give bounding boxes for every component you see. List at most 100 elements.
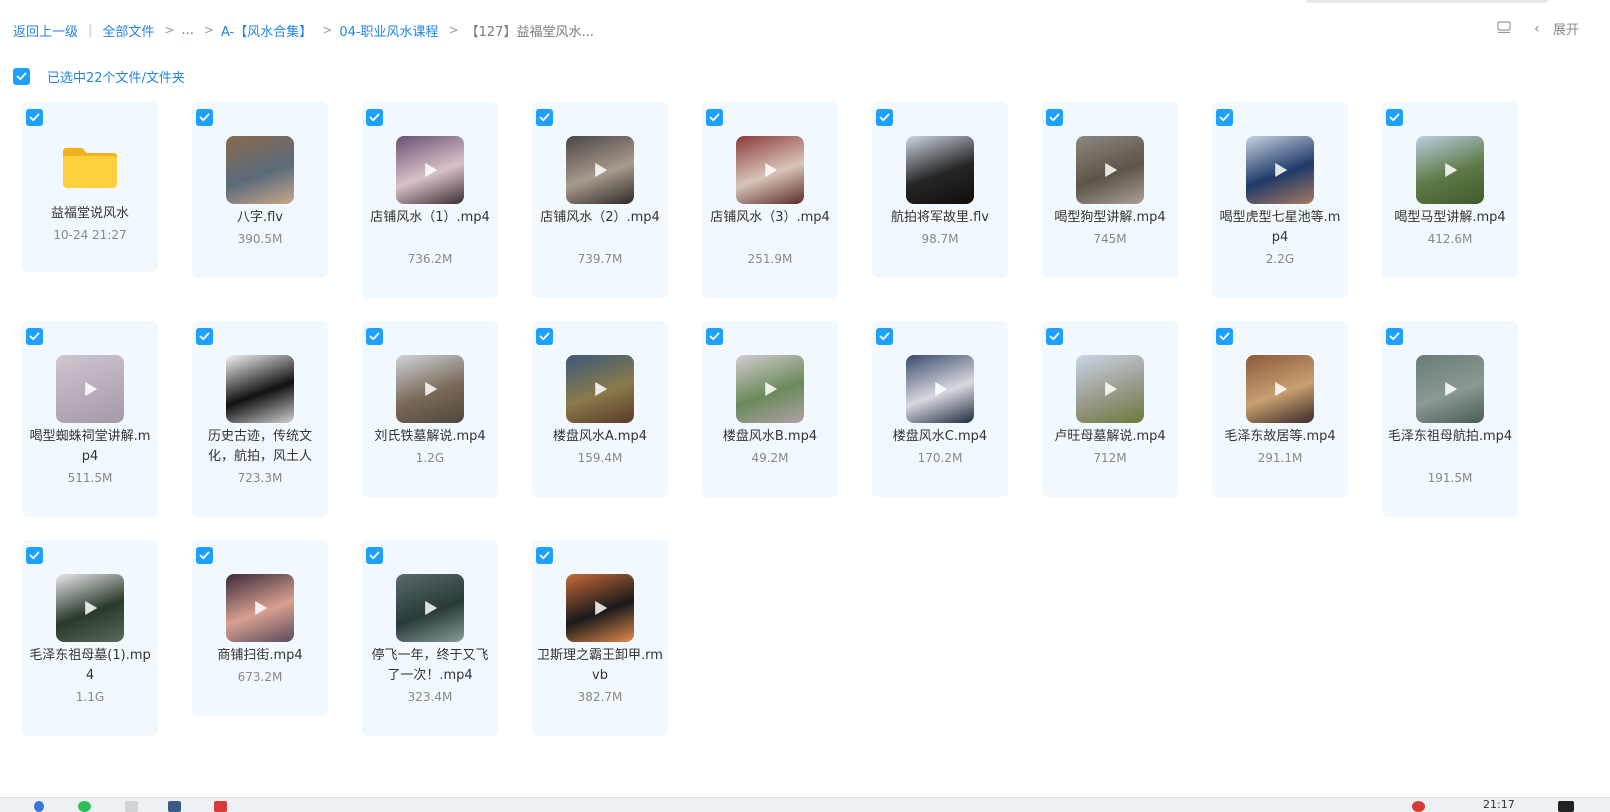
file-name[interactable]: 店铺风水（2）.mp4 bbox=[536, 208, 664, 228]
file-card[interactable]: 楼盘风水A.mp4 159.4M bbox=[532, 321, 668, 497]
file-name[interactable]: 历史古迹，传统文化，航拍，风土人 bbox=[196, 427, 324, 467]
expand-button[interactable]: 展开 bbox=[1553, 19, 1579, 38]
file-checkbox[interactable] bbox=[1216, 328, 1233, 345]
check-icon bbox=[29, 113, 40, 122]
file-checkbox[interactable] bbox=[196, 547, 213, 564]
file-checkbox[interactable] bbox=[1046, 328, 1063, 345]
check-icon bbox=[369, 113, 380, 122]
file-card[interactable]: 喝型马型讲解.mp4 412.6M bbox=[1382, 102, 1518, 278]
file-checkbox[interactable] bbox=[706, 109, 723, 126]
file-card[interactable]: 航拍将军故里.flv 98.7M bbox=[872, 102, 1008, 278]
breadcrumb-ellipsis[interactable]: ... bbox=[181, 23, 193, 38]
file-card[interactable]: 楼盘风水B.mp4 49.2M bbox=[702, 321, 838, 497]
play-icon bbox=[255, 601, 268, 615]
file-checkbox[interactable] bbox=[366, 109, 383, 126]
file-checkbox[interactable] bbox=[536, 328, 553, 345]
file-checkbox[interactable] bbox=[366, 328, 383, 345]
play-icon bbox=[935, 382, 948, 396]
file-card[interactable]: 卫斯理之霸王卸甲.rmvb 382.7M bbox=[532, 540, 668, 736]
play-icon bbox=[425, 601, 438, 615]
file-card[interactable]: 历史古迹，传统文化，航拍，风土人 723.3M bbox=[192, 321, 328, 517]
check-icon bbox=[1049, 113, 1060, 122]
file-checkbox[interactable] bbox=[1046, 109, 1063, 126]
file-card[interactable]: 毛泽东祖母墓(1).mp4 1.1G bbox=[22, 540, 158, 736]
breadcrumb-all-files[interactable]: 全部文件 bbox=[102, 21, 154, 40]
tray-icon[interactable] bbox=[1412, 801, 1425, 812]
back-link[interactable]: 返回上一级 bbox=[13, 21, 78, 40]
file-checkbox[interactable] bbox=[536, 109, 553, 126]
file-checkbox[interactable] bbox=[1216, 109, 1233, 126]
file-card[interactable]: 喝型狗型讲解.mp4 745M bbox=[1042, 102, 1178, 278]
file-checkbox[interactable] bbox=[876, 328, 893, 345]
file-size: 745M bbox=[1093, 232, 1127, 246]
file-checkbox[interactable] bbox=[1386, 109, 1403, 126]
file-card[interactable]: 八字.flv 390.5M bbox=[192, 102, 328, 278]
select-all-checkbox[interactable] bbox=[13, 67, 30, 85]
notification-icon[interactable] bbox=[1558, 801, 1574, 812]
file-checkbox[interactable] bbox=[26, 547, 43, 564]
file-card[interactable]: 卢旺母墓解说.mp4 712M bbox=[1042, 321, 1178, 497]
file-card[interactable]: 店铺风水（1）.mp4 736.2M bbox=[362, 102, 498, 298]
file-checkbox[interactable] bbox=[1386, 328, 1403, 345]
file-name[interactable]: 楼盘风水A.mp4 bbox=[536, 427, 664, 447]
file-name[interactable]: 刘氏铁墓解说.mp4 bbox=[366, 427, 494, 447]
file-name[interactable]: 八字.flv bbox=[196, 208, 324, 228]
file-name[interactable]: 毛泽东祖母墓(1).mp4 bbox=[26, 646, 154, 686]
list-view-icon[interactable] bbox=[1497, 21, 1511, 35]
file-checkbox[interactable] bbox=[196, 328, 213, 345]
file-name[interactable]: 停飞一年，终于又飞了一次！.mp4 bbox=[366, 646, 494, 686]
file-name[interactable]: 毛泽东故居等.mp4 bbox=[1216, 427, 1344, 447]
file-card[interactable]: 店铺风水（3）.mp4 251.9M bbox=[702, 102, 838, 298]
file-name[interactable]: 楼盘风水B.mp4 bbox=[706, 427, 834, 447]
file-checkbox[interactable] bbox=[196, 109, 213, 126]
file-checkbox[interactable] bbox=[26, 109, 43, 126]
file-name[interactable]: 楼盘风水C.mp4 bbox=[876, 427, 1004, 447]
file-name[interactable]: 毛泽东祖母航拍.mp4 bbox=[1386, 427, 1514, 447]
file-name[interactable]: 航拍将军故里.flv bbox=[876, 208, 1004, 228]
check-icon bbox=[709, 113, 720, 122]
file-checkbox[interactable] bbox=[536, 547, 553, 564]
taskbar-app-icon[interactable] bbox=[34, 801, 44, 812]
check-icon bbox=[709, 332, 720, 341]
file-checkbox[interactable] bbox=[26, 328, 43, 345]
file-name[interactable]: 喝型狗型讲解.mp4 bbox=[1046, 208, 1174, 228]
file-checkbox[interactable] bbox=[366, 547, 383, 564]
file-card[interactable]: 停飞一年，终于又飞了一次！.mp4 323.4M bbox=[362, 540, 498, 736]
file-name[interactable]: 喝型虎型七星池等.mp4 bbox=[1216, 208, 1344, 248]
file-card[interactable]: 毛泽东祖母航拍.mp4 191.5M bbox=[1382, 321, 1518, 517]
taskbar-app-icon[interactable] bbox=[214, 801, 227, 812]
taskbar-app-icon[interactable] bbox=[78, 801, 91, 812]
search-box-edge[interactable] bbox=[1306, 0, 1548, 3]
file-card[interactable]: 喝型虎型七星池等.mp4 2.2G bbox=[1212, 102, 1348, 298]
file-name[interactable]: 商铺扫街.mp4 bbox=[196, 646, 324, 666]
file-card[interactable]: 刘氏铁墓解说.mp4 1.2G bbox=[362, 321, 498, 497]
file-size: 412.6M bbox=[1427, 232, 1473, 246]
file-name[interactable]: 喝型蜘蛛祠堂讲解.mp4 bbox=[26, 427, 154, 467]
file-name[interactable]: 店铺风水（3）.mp4 bbox=[706, 208, 834, 228]
file-size: 673.2M bbox=[237, 670, 283, 684]
file-checkbox[interactable] bbox=[876, 109, 893, 126]
breadcrumb-fengshui-collection[interactable]: A-【风水合集】 bbox=[221, 21, 312, 40]
file-card[interactable]: 商铺扫街.mp4 673.2M bbox=[192, 540, 328, 716]
taskbar-app-icon[interactable] bbox=[168, 801, 181, 812]
file-card[interactable]: 喝型蜘蛛祠堂讲解.mp4 511.5M bbox=[22, 321, 158, 517]
breadcrumb-course-folder[interactable]: 04-职业风水课程 bbox=[339, 21, 438, 40]
breadcrumb-divider: | bbox=[88, 22, 93, 38]
file-checkbox[interactable] bbox=[706, 328, 723, 345]
file-size: 170.2M bbox=[917, 451, 963, 465]
file-grid: 益福堂说风水 10-24 21:27 八字.flv 390.5M 店铺风水（1）.mp4… bbox=[22, 102, 1522, 762]
file-name[interactable]: 店铺风水（1）.mp4 bbox=[366, 208, 494, 228]
file-name[interactable]: 益福堂说风水 bbox=[26, 204, 154, 224]
file-name[interactable]: 喝型马型讲解.mp4 bbox=[1386, 208, 1514, 228]
check-icon bbox=[1389, 113, 1400, 122]
play-icon bbox=[85, 382, 98, 396]
chevron-left-icon[interactable]: ‹ bbox=[1534, 21, 1540, 37]
taskbar-app-icon[interactable] bbox=[125, 801, 138, 812]
file-name[interactable]: 卢旺母墓解说.mp4 bbox=[1046, 427, 1174, 447]
file-name[interactable]: 卫斯理之霸王卸甲.rmvb bbox=[536, 646, 664, 686]
play-icon bbox=[425, 382, 438, 396]
folder-card[interactable]: 益福堂说风水 10-24 21:27 bbox=[22, 102, 158, 272]
file-card[interactable]: 楼盘风水C.mp4 170.2M bbox=[872, 321, 1008, 497]
file-card[interactable]: 毛泽东故居等.mp4 291.1M bbox=[1212, 321, 1348, 497]
file-card[interactable]: 店铺风水（2）.mp4 739.7M bbox=[532, 102, 668, 298]
